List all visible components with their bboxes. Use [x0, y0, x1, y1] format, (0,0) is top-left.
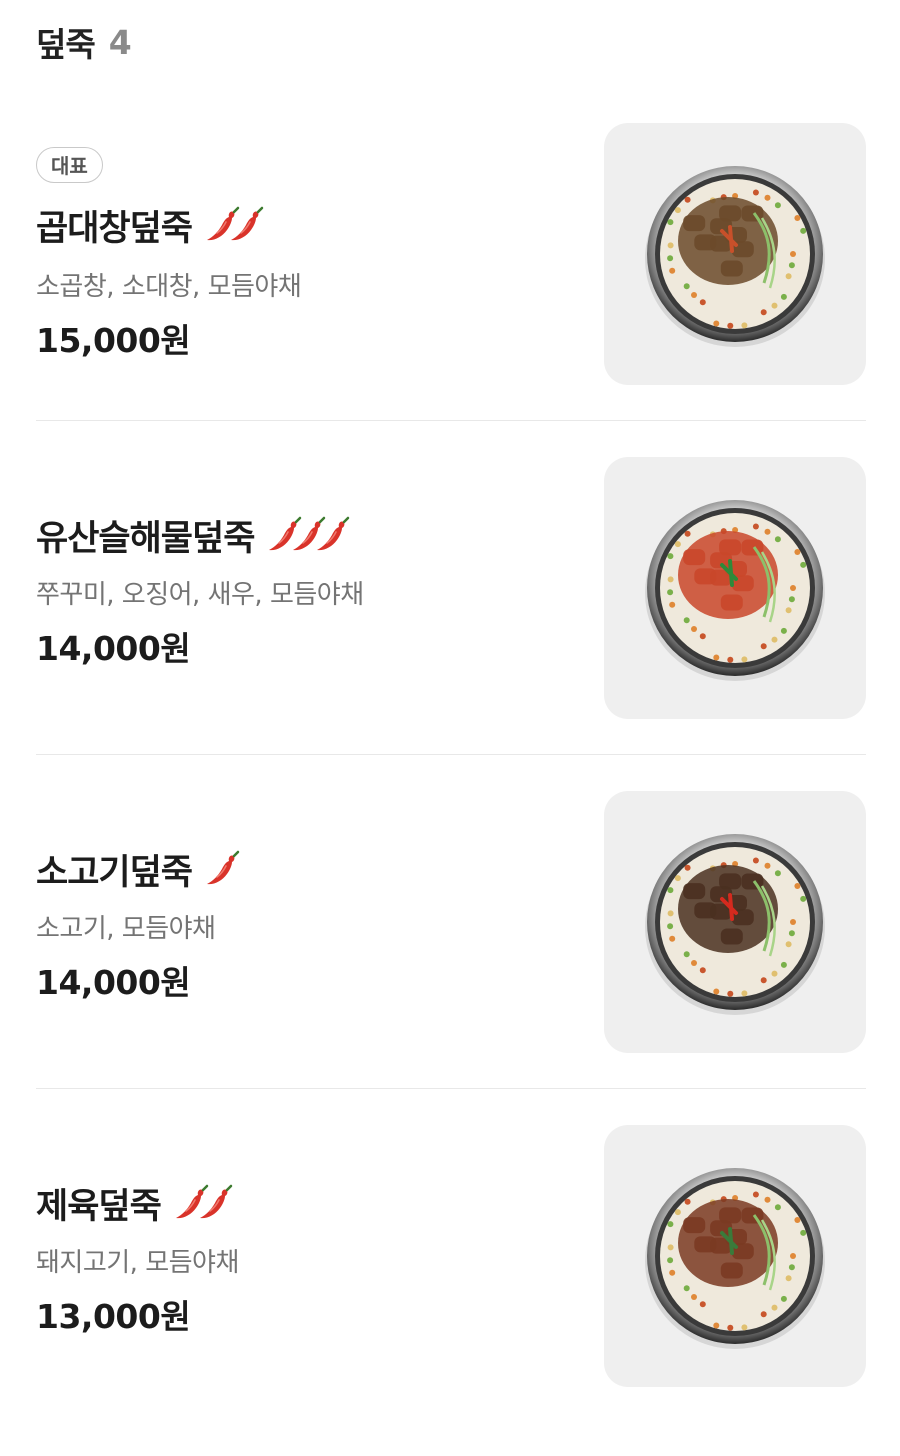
menu-item-price: 13,000원 — [36, 1297, 191, 1336]
seafood-porridge-image[interactable] — [604, 457, 866, 719]
section-title: 덮죽 — [36, 25, 96, 64]
chili-pepper-icon — [231, 206, 264, 240]
menu-item-info: 유산슬해물덮죽 쭈꾸미, 오징어, 새우, 모듬야채 14,000원 — [36, 454, 576, 788]
menu-item[interactable]: 대표 곱대창덮죽 소곱창, 소대창, 모듬야채 15,000원 — [0, 120, 900, 454]
menu-item-name: 소고기덮죽 — [36, 853, 193, 893]
menu-item-name: 곱대창덮죽 — [36, 209, 193, 249]
menu-item-info: 대표 곱대창덮죽 소곱창, 소대창, 모듬야채 15,000원 — [36, 120, 576, 454]
menu-item-description: 쭈꾸미, 오징어, 새우, 모듬야채 — [36, 580, 364, 610]
beef-porridge-image[interactable] — [604, 791, 866, 1053]
spice-level-icon — [204, 850, 240, 890]
spice-level-icon — [173, 1184, 233, 1224]
menu-item[interactable]: 유산슬해물덮죽 쭈꾸미, 오징어, 새우, 모듬야채 14,000원 — [0, 454, 900, 788]
chili-pepper-icon — [207, 850, 240, 884]
divider — [36, 754, 866, 755]
menu-item-price: 14,000원 — [36, 963, 191, 1002]
tripe-porridge-image[interactable] — [604, 123, 866, 385]
spice-level-icon — [266, 516, 350, 556]
spice-level-icon — [204, 206, 264, 246]
pork-porridge-image-graphic — [645, 1168, 825, 1349]
menu-item[interactable]: 소고기덮죽 소고기, 모듬야채 14,000원 — [0, 788, 900, 1122]
signature-badge: 대표 — [36, 147, 103, 183]
menu-item-price: 14,000원 — [36, 629, 191, 668]
menu-item-info: 소고기덮죽 소고기, 모듬야채 14,000원 — [36, 788, 576, 1122]
divider — [36, 1088, 866, 1089]
menu-item-name-row: 소고기덮죽 — [36, 844, 240, 895]
menu-item-name-row: 유산슬해물덮죽 — [36, 510, 350, 561]
pork-porridge-image[interactable] — [604, 1125, 866, 1387]
section-header: 덮죽 4 — [36, 18, 132, 66]
seafood-porridge-image-graphic — [645, 500, 825, 681]
tripe-porridge-image-graphic — [645, 166, 825, 347]
menu-item-price: 15,000원 — [36, 321, 191, 360]
menu-item-info: 제육덮죽 돼지고기, 모듬야채 13,000원 — [36, 1122, 576, 1456]
section-count: 4 — [108, 22, 132, 62]
chili-pepper-icon — [199, 1184, 233, 1218]
chili-pepper-icon — [317, 516, 350, 550]
beef-porridge-image-graphic — [645, 834, 825, 1015]
menu-item-description: 소고기, 모듬야채 — [36, 914, 216, 944]
menu-item[interactable]: 제육덮죽 돼지고기, 모듬야채 13,000원 — [0, 1122, 900, 1456]
menu-item-name-row: 곱대창덮죽 — [36, 200, 264, 251]
divider — [36, 420, 866, 421]
menu-item-name: 유산슬해물덮죽 — [36, 519, 255, 559]
menu-item-description: 돼지고기, 모듬야채 — [36, 1248, 239, 1278]
menu-item-description: 소곱창, 소대창, 모듬야채 — [36, 272, 302, 302]
menu-item-name-row: 제육덮죽 — [36, 1178, 233, 1229]
menu-item-name: 제육덮죽 — [36, 1187, 162, 1227]
